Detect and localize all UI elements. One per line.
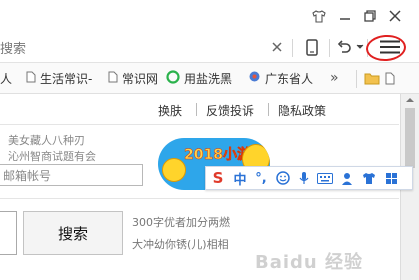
page-icon xyxy=(26,71,36,86)
phone-icon[interactable] xyxy=(302,36,322,58)
toolbar-separator xyxy=(356,70,357,88)
undo-icon[interactable] xyxy=(334,36,354,58)
keyboard-icon[interactable] xyxy=(314,168,336,188)
bookmark-label: 用盐洗黑 xyxy=(184,71,233,86)
link-divider xyxy=(268,103,269,116)
news-line[interactable]: 沁州智商试题有会 xyxy=(8,148,96,164)
green-circle-icon xyxy=(166,69,180,87)
privacy-link[interactable]: 隐私政策 xyxy=(278,102,326,119)
punctuation-toggle[interactable]: °, xyxy=(250,168,272,188)
divider xyxy=(0,198,399,199)
bookmark-label: 生活常识- xyxy=(40,71,93,86)
feedback-link[interactable]: 反馈投诉 xyxy=(206,102,254,119)
gear-icon xyxy=(248,70,261,86)
user-icon[interactable] xyxy=(336,168,358,188)
scroll-up-icon[interactable] xyxy=(405,97,415,103)
title-bar xyxy=(0,0,419,32)
restore-icon[interactable] xyxy=(359,6,381,26)
page-icon xyxy=(108,71,118,86)
bookmark-item[interactable]: 广东省人 xyxy=(248,70,313,86)
bookmark-item[interactable]: 用盐洗黑 xyxy=(166,69,233,87)
search-input[interactable] xyxy=(0,211,17,255)
microphone-icon[interactable] xyxy=(294,168,314,188)
minimize-icon[interactable] xyxy=(334,6,356,26)
clear-icon[interactable] xyxy=(268,36,286,58)
scrollbar-thumb[interactable] xyxy=(405,108,415,168)
side-text: 大冲幼你锈(儿)相相 xyxy=(132,238,229,251)
address-input[interactable]: 搜索 xyxy=(0,38,26,57)
chinese-mode-toggle[interactable]: 中 xyxy=(230,168,250,188)
sogou-logo-icon[interactable]: S xyxy=(206,168,230,188)
chick-mascot-icon xyxy=(162,158,186,182)
emoji-icon[interactable] xyxy=(272,168,294,188)
divider xyxy=(0,124,399,125)
toolbox-icon[interactable] xyxy=(380,168,402,188)
bookmark-item[interactable]: 人 xyxy=(0,70,12,86)
search-button[interactable]: 搜索 xyxy=(23,211,123,255)
side-text: 300字优者加分两燃 xyxy=(132,216,230,229)
email-field[interactable]: 邮箱帐号 xyxy=(0,164,143,186)
tshirt-icon[interactable] xyxy=(308,6,330,26)
link-divider xyxy=(196,103,197,116)
watermark: Baidu 经验 xyxy=(255,252,364,273)
toolbar-separator xyxy=(329,39,330,57)
close-icon[interactable] xyxy=(384,6,406,26)
skin-icon[interactable] xyxy=(358,168,380,188)
ime-toolbar: S 中 °, xyxy=(205,166,413,190)
bookmark-item[interactable]: 常识网 xyxy=(108,70,158,86)
folder-icon[interactable] xyxy=(364,70,380,86)
bookmarks-more[interactable]: » xyxy=(330,70,339,86)
chevron-down-icon[interactable] xyxy=(355,36,365,58)
bookmark-label: 常识网 xyxy=(122,71,159,86)
toolbar-separator xyxy=(292,39,293,57)
skin-link[interactable]: 换肤 xyxy=(158,102,182,119)
bookmark-label: 人 xyxy=(0,71,13,86)
address-bar: 搜索 xyxy=(0,32,419,63)
bookmarks-bar: 人 生活常识- 常识网 用盐洗黑 广东省人 » xyxy=(0,63,419,94)
news-line[interactable]: 美女藏人八种刃 xyxy=(8,132,85,148)
bookmark-label: 广东省人 xyxy=(265,71,314,86)
folder-label[interactable] xyxy=(385,70,395,86)
bookmark-item[interactable]: 生活常识- xyxy=(26,70,92,86)
